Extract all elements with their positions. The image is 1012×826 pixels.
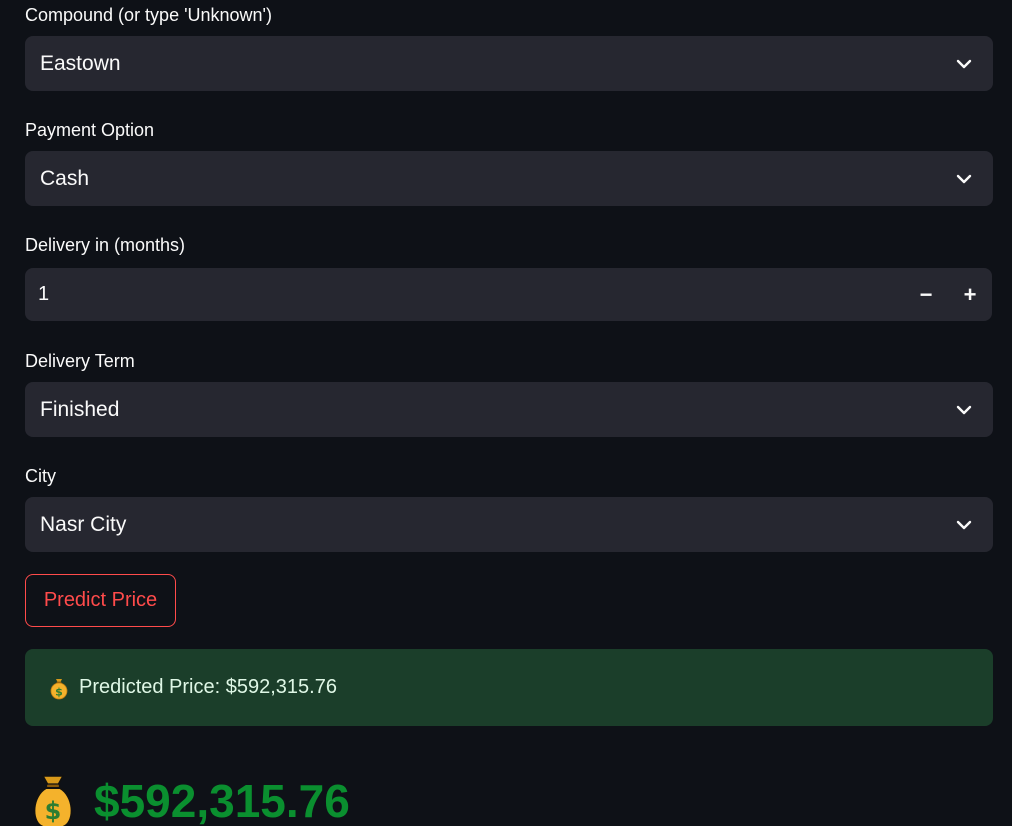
- delivery-months-label: Delivery in (months): [25, 235, 186, 255]
- money-bag-icon: $: [28, 772, 78, 826]
- svg-text:$: $: [45, 797, 62, 825]
- money-bag-icon: $: [47, 676, 71, 700]
- chevron-down-icon: [955, 401, 973, 419]
- payment-label: Payment Option: [25, 120, 155, 140]
- predict-price-button[interactable]: Predict Price: [25, 574, 176, 627]
- city-select[interactable]: Nasr City: [25, 497, 993, 552]
- delivery-term-value: Finished: [40, 397, 120, 421]
- compound-value: Eastown: [40, 51, 121, 75]
- city-label: City: [25, 466, 56, 486]
- increment-button[interactable]: +: [948, 268, 992, 321]
- compound-label: Compound (or type 'Unknown'): [25, 5, 272, 25]
- delivery-term-select[interactable]: Finished: [25, 382, 993, 437]
- payment-select[interactable]: Cash: [25, 151, 993, 206]
- chevron-down-icon: [955, 170, 973, 188]
- predicted-price-amount: $592,315.76: [94, 775, 350, 826]
- chevron-down-icon: [955, 55, 973, 73]
- svg-text:$: $: [55, 685, 63, 698]
- decrement-button[interactable]: −: [904, 268, 948, 321]
- city-value: Nasr City: [40, 512, 127, 536]
- delivery-months-stepper: − +: [25, 267, 992, 322]
- prediction-form: Compound (or type 'Unknown') Eastown Pay…: [0, 0, 1012, 826]
- compound-select[interactable]: Eastown: [25, 36, 993, 91]
- payment-value: Cash: [40, 166, 90, 190]
- big-price-display: $ $592,315.76: [28, 768, 350, 826]
- chevron-down-icon: [955, 516, 973, 534]
- delivery-months-input[interactable]: [25, 267, 904, 322]
- success-alert: $ Predicted Price: $592,315.76: [25, 649, 993, 726]
- predicted-price-message: Predicted Price: $592,315.76: [79, 676, 337, 698]
- delivery-term-label: Delivery Term: [25, 351, 135, 371]
